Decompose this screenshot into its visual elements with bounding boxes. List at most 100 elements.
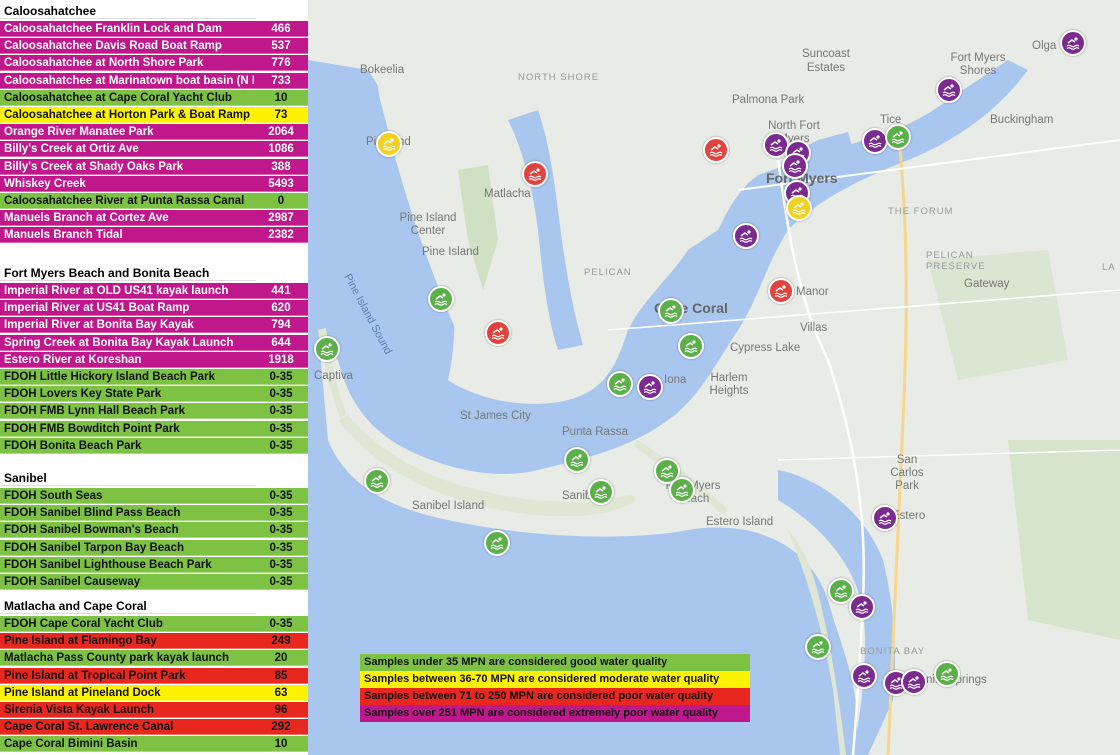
site-name: FDOH FMB Bowditch Point Park <box>4 422 180 435</box>
table-row: FDOH Sanibel Bowman's Beach 0-35 <box>0 522 308 539</box>
site-value: 0-35 <box>269 422 293 435</box>
site-marker-moderate[interactable] <box>786 195 812 221</box>
site-value: 620 <box>271 302 291 315</box>
site-marker-extreme[interactable] <box>637 374 663 400</box>
table-row: Imperial River at US41 Boat Ramp 620 <box>0 300 308 317</box>
map-label-sanibel-island: Sanibel Island <box>412 500 485 512</box>
site-marker-good[interactable] <box>934 661 960 687</box>
legend-item-extreme: Samples over 251 MPN are considered extr… <box>360 705 750 722</box>
section-title: Sanibel <box>0 470 256 486</box>
swimmer-icon <box>593 484 609 500</box>
site-marker-good[interactable] <box>805 634 831 660</box>
site-name: Sirenia Vista Kayak Launch <box>4 704 154 716</box>
site-value: 0-35 <box>269 541 293 554</box>
table-row: Caloosahatchee at Cape Coral Yacht Club 1… <box>0 89 308 106</box>
site-value: 5493 <box>268 177 294 190</box>
site-name: FDOH Bonita Beach Park <box>4 439 142 452</box>
site-value: 85 <box>274 669 288 682</box>
site-marker-good[interactable] <box>428 286 454 312</box>
site-marker-extreme[interactable] <box>733 223 759 249</box>
site-value: 0-35 <box>269 439 293 452</box>
swimmer-icon <box>939 666 955 682</box>
site-name: FDOH Little Hickory Island Beach Park <box>4 371 215 383</box>
site-marker-extreme[interactable] <box>1060 30 1086 56</box>
site-marker-good[interactable] <box>484 530 510 556</box>
swimmer-icon <box>877 510 893 526</box>
map-label-the-forum: THE FORUM <box>888 206 954 217</box>
site-marker-good[interactable] <box>564 447 590 473</box>
table-row: FDOH Lovers Key State Park 0-35 <box>0 386 308 403</box>
swimmer-icon <box>810 639 826 655</box>
site-value: 0-35 <box>269 388 293 401</box>
site-name: Caloosahatchee Franklin Lock and Dam <box>4 23 222 35</box>
map-label-punta-rassa: Punta Rassa <box>562 426 628 438</box>
table-row: Caloosahatchee at Marinatown boat basin … <box>0 72 308 89</box>
site-marker-good[interactable] <box>588 479 614 505</box>
table-row: Billy's Creek at Shady Oaks Park 388 <box>0 158 308 175</box>
site-marker-moderate[interactable] <box>376 131 402 157</box>
table-row: Billy's Creek at Ortiz Ave 1086 <box>0 141 308 158</box>
legend-item-good: Samples under 35 MPN are considered good… <box>360 654 750 671</box>
swimmer-icon <box>674 482 690 498</box>
water-quality-table: Caloosahatchee Caloosahatchee Franklin Lo… <box>0 0 309 755</box>
site-name: Manuels Branch Tidal <box>4 229 123 242</box>
swimmer-icon <box>854 599 870 615</box>
swimmer-icon <box>659 463 675 479</box>
site-name: Spring Creek at Bonita Bay Kayak Launch <box>4 336 234 349</box>
site-marker-extreme[interactable] <box>849 594 875 620</box>
table-row: Caloosahatchee at Horton Park & Boat Ram… <box>0 107 308 123</box>
site-marker-good[interactable] <box>364 468 390 494</box>
site-marker-extreme[interactable] <box>901 669 927 695</box>
map-label-bonita-bay: BONITA BAY <box>860 646 926 657</box>
site-value: 63 <box>274 686 288 699</box>
site-value: 644 <box>271 336 291 349</box>
map-label-captiva: Captiva <box>314 370 353 382</box>
site-marker-good[interactable] <box>658 298 684 324</box>
site-name: FDOH Sanibel Bowman's Beach <box>4 524 179 537</box>
site-marker-poor[interactable] <box>703 137 729 163</box>
site-marker-extreme[interactable] <box>936 77 962 103</box>
site-marker-poor[interactable] <box>485 320 511 346</box>
map-label-fort-myers-shores: Fort Myers Shores <box>950 52 1006 77</box>
table-row: Imperial River at OLD US41 kayak launch 4… <box>0 283 308 299</box>
table-row: FDOH Little Hickory Island Beach Park 0-3… <box>0 369 308 385</box>
swimmer-icon <box>768 137 784 153</box>
site-name: FDOH Sanibel Tarpon Bay Beach <box>4 541 184 554</box>
site-name: Whiskey Creek <box>4 177 86 190</box>
site-marker-poor[interactable] <box>768 278 794 304</box>
site-marker-good[interactable] <box>607 371 633 397</box>
table-row: FDOH FMB Bowditch Point Park 0-35 <box>0 420 308 437</box>
site-marker-extreme[interactable] <box>872 505 898 531</box>
site-name: FDOH Cape Coral Yacht Club <box>4 618 163 630</box>
site-marker-poor[interactable] <box>522 161 548 187</box>
site-value: 20 <box>274 652 288 665</box>
swimmer-icon <box>1065 35 1081 51</box>
table-row: Whiskey Creek 5493 <box>0 175 308 192</box>
site-marker-good[interactable] <box>885 124 911 150</box>
site-name: FDOH Sanibel Causeway <box>4 576 141 588</box>
matlacha-pass <box>508 110 583 350</box>
site-value: 73 <box>274 109 288 121</box>
site-marker-extreme[interactable] <box>862 128 888 154</box>
site-marker-good[interactable] <box>678 333 704 359</box>
map-label-north-shore: NORTH SHORE <box>518 72 600 83</box>
park-area-2 <box>1008 440 1120 640</box>
legend-item-moderate: Samples between 36-70 MPN are considered… <box>360 671 750 688</box>
site-value: 0-35 <box>269 371 293 383</box>
table-row: Sirenia Vista Kayak Launch 96 <box>0 702 308 718</box>
site-marker-extreme[interactable] <box>851 663 877 689</box>
table-row: FDOH Sanibel Tarpon Bay Beach 0-35 <box>0 539 308 556</box>
site-value: 10 <box>274 738 288 751</box>
site-marker-good[interactable] <box>314 336 340 362</box>
legend-item-poor: Samples between 71 to 250 MPN are consid… <box>360 688 750 705</box>
map-label-cypress-lake: Cypress Lake <box>730 342 801 354</box>
map[interactable]: Suncoast Estates Olga Fort Myers Shores … <box>308 0 1120 755</box>
site-value: 0-35 <box>269 618 293 630</box>
site-value: 1086 <box>268 143 294 156</box>
site-name: Cape Coral St. Lawrence Canal <box>4 721 174 734</box>
site-marker-good[interactable] <box>669 477 695 503</box>
site-name: Caloosahatchee Davis Road Boat Ramp <box>4 40 222 53</box>
swimmer-icon <box>490 325 506 341</box>
site-marker-extreme[interactable] <box>782 153 808 179</box>
map-label-st-james-city: St James City <box>460 410 531 422</box>
